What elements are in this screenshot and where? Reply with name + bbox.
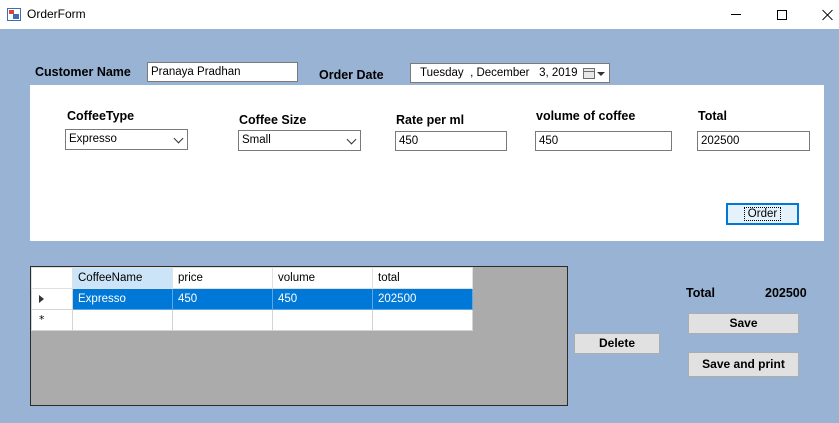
coffee-size-value: Small	[242, 134, 271, 146]
volume-label: volume of coffee	[536, 109, 636, 123]
coffee-size-label: Coffee Size	[239, 113, 307, 127]
order-button-label: Order	[743, 207, 782, 221]
close-button[interactable]	[805, 0, 839, 29]
coffee-type-value: Expresso	[69, 133, 117, 145]
order-panel: CoffeeType Expresso Coffee Size Small Ra…	[30, 85, 824, 241]
row-header[interactable]	[31, 288, 73, 310]
app-icon	[7, 8, 21, 21]
column-header-volume[interactable]: volume	[272, 267, 373, 289]
total-label: Total	[698, 109, 727, 123]
grid-corner-header[interactable]	[31, 267, 73, 289]
table-cell[interactable]	[172, 309, 273, 331]
save-and-print-button[interactable]: Save and print	[688, 352, 799, 377]
window-title: OrderForm	[27, 7, 86, 21]
summary-total-value: 202500	[765, 286, 807, 300]
coffee-type-select[interactable]: Expresso	[65, 129, 188, 150]
current-row-arrow-icon	[39, 295, 44, 303]
table-cell[interactable]: 202500	[372, 288, 473, 310]
maximize-icon	[777, 9, 787, 20]
minimize-button[interactable]	[713, 0, 759, 29]
table-row[interactable]: Expresso 450 450 202500	[31, 288, 473, 310]
orders-grid[interactable]: CoffeeName price volume total Expresso 4…	[30, 266, 568, 406]
table-cell[interactable]	[72, 309, 173, 331]
grid-header-row: CoffeeName price volume total	[31, 267, 473, 289]
calendar-icon[interactable]	[583, 68, 595, 79]
table-cell[interactable]: Expresso	[72, 288, 173, 310]
volume-input[interactable]: 450	[535, 131, 672, 151]
close-icon	[822, 9, 834, 21]
chevron-down-icon	[346, 134, 357, 145]
table-cell[interactable]	[272, 309, 373, 331]
column-header-price[interactable]: price	[172, 267, 273, 289]
order-date-value: Tuesday , December 3, 2019	[420, 67, 578, 79]
order-button[interactable]: Order	[726, 203, 799, 225]
save-button[interactable]: Save	[688, 313, 799, 334]
order-date-picker[interactable]: Tuesday , December 3, 2019	[410, 63, 610, 83]
row-header[interactable]: *	[31, 309, 73, 331]
minimize-icon	[731, 14, 741, 15]
title-bar: OrderForm	[0, 0, 839, 29]
summary-total-label: Total	[686, 286, 715, 300]
table-cell[interactable]	[372, 309, 473, 331]
customer-name-label: Customer Name	[35, 65, 131, 79]
coffee-type-label: CoffeeType	[67, 109, 135, 123]
maximize-button[interactable]	[759, 0, 805, 29]
total-input[interactable]: 202500	[697, 131, 810, 151]
customer-name-input[interactable]: Pranaya Pradhan	[147, 62, 298, 82]
table-cell[interactable]: 450	[172, 288, 273, 310]
coffee-size-select[interactable]: Small	[238, 130, 361, 151]
rate-per-ml-input[interactable]: 450	[395, 131, 507, 151]
dropdown-arrow-icon[interactable]	[597, 72, 605, 76]
table-cell[interactable]: 450	[272, 288, 373, 310]
delete-button[interactable]: Delete	[574, 333, 660, 354]
new-row-marker: *	[39, 313, 45, 326]
chevron-down-icon	[173, 133, 184, 144]
form-client-area: Customer Name Pranaya Pradhan Order Date…	[0, 29, 839, 423]
rate-per-ml-label: Rate per ml	[396, 113, 465, 127]
column-header-coffee-name[interactable]: CoffeeName	[72, 267, 173, 289]
orders-table: CoffeeName price volume total Expresso 4…	[31, 267, 473, 331]
order-date-label: Order Date	[319, 68, 384, 82]
column-header-total[interactable]: total	[372, 267, 473, 289]
new-table-row[interactable]: *	[31, 309, 473, 331]
